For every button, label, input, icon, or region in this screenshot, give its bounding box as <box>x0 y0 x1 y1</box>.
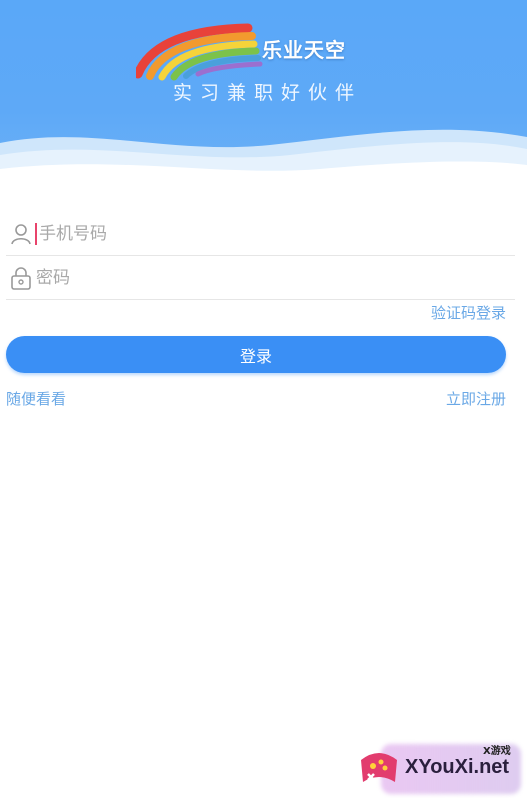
watermark-small: X游戏 <box>483 746 511 757</box>
wave-decoration <box>0 129 527 185</box>
login-button[interactable]: 登录 <box>6 336 506 373</box>
watermark-site: XYouXi.net <box>405 756 510 778</box>
password-input[interactable] <box>34 263 456 293</box>
slogan: 实习兼职好伙伴 <box>172 82 362 104</box>
lock-icon <box>8 265 34 291</box>
password-field[interactable] <box>6 257 515 300</box>
watermark: XYouXi.net X游戏 <box>355 738 527 798</box>
gamepad-icon <box>361 753 397 782</box>
register-link[interactable]: 立即注册 <box>446 388 506 409</box>
sms-login-link[interactable]: 验证码登录 <box>431 302 506 323</box>
phone-field[interactable] <box>6 213 515 256</box>
rainbow-logo <box>136 23 263 81</box>
browse-link[interactable]: 随便看看 <box>6 388 66 409</box>
user-icon <box>8 221 34 247</box>
header-banner: 乐业天空 实习兼职好伙伴 <box>0 0 527 185</box>
brand-name: 乐业天空 <box>262 38 346 62</box>
phone-input[interactable] <box>37 219 459 249</box>
